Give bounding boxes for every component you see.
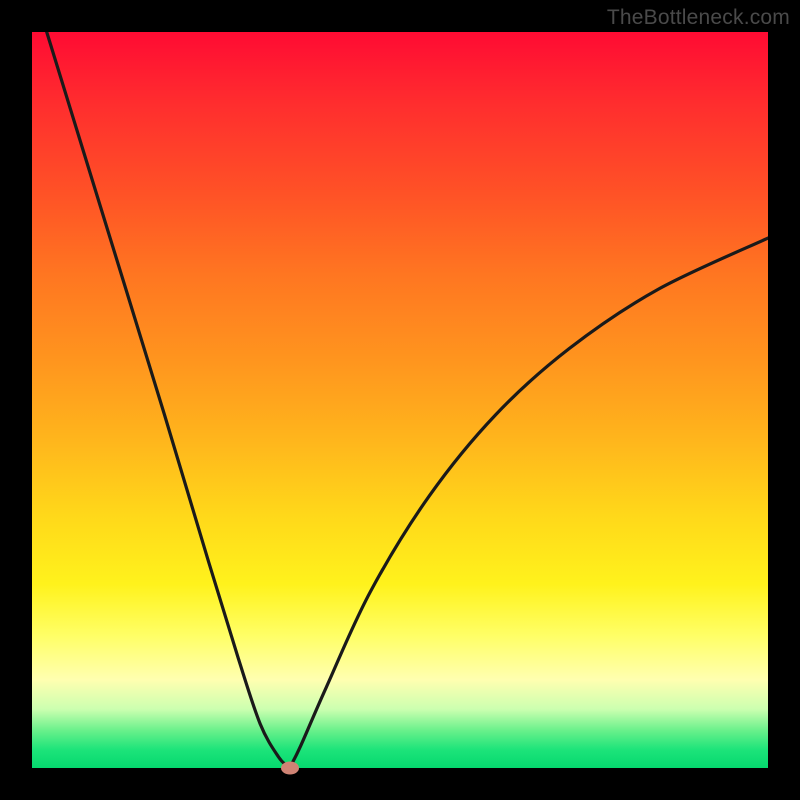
curve-left [47,32,290,768]
chart-frame: TheBottleneck.com [0,0,800,800]
bottleneck-curve [32,32,768,768]
curve-right [290,238,768,768]
watermark-text: TheBottleneck.com [607,6,790,30]
minimum-marker [281,762,299,775]
plot-area [32,32,768,768]
